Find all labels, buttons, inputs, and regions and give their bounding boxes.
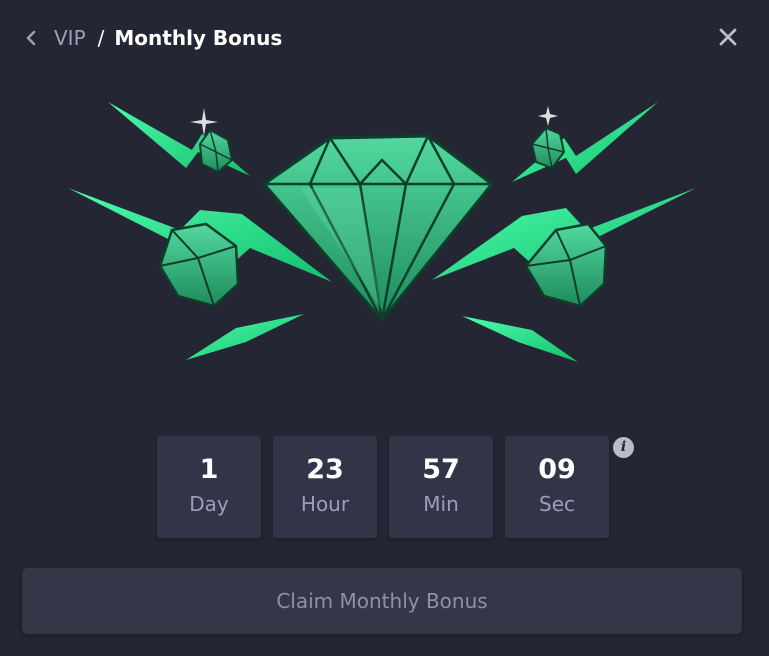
hours-value: 23 <box>306 454 344 485</box>
green-gems-illustration <box>68 102 696 362</box>
days-value: 1 <box>199 454 219 485</box>
minutes-value: 57 <box>422 454 460 485</box>
small-gem-shape <box>198 128 234 174</box>
countdown-seconds: 09 Sec <box>505 436 609 538</box>
page-title: Monthly Bonus <box>114 26 283 50</box>
minutes-label: Min <box>423 492 459 516</box>
hours-label: Hour <box>300 492 350 516</box>
close-button[interactable] <box>716 25 740 49</box>
back-button[interactable] <box>20 26 44 50</box>
countdown-hours: 23 Hour <box>273 436 377 538</box>
lightning-bolt-shape <box>462 316 578 362</box>
chevron-left-icon <box>26 30 36 46</box>
breadcrumb-vip-link[interactable]: VIP <box>54 26 86 50</box>
lightning-bolt-shape <box>186 314 304 360</box>
countdown-days: 1 Day <box>157 436 261 538</box>
seconds-value: 09 <box>538 454 576 485</box>
lightning-bolt-shape <box>108 102 250 176</box>
sparkle-shape <box>190 106 558 136</box>
claim-monthly-bonus-button[interactable]: Claim Monthly Bonus <box>22 568 742 634</box>
countdown-timer: 1 Day 23 Hour 57 Min 09 Sec <box>157 436 609 538</box>
days-label: Day <box>189 492 229 516</box>
seconds-label: Sec <box>539 492 575 516</box>
info-icon[interactable]: i <box>613 437 634 458</box>
large-diamond-shape <box>261 134 495 323</box>
countdown-minutes: 57 Min <box>389 436 493 538</box>
bonus-illustration <box>60 80 710 380</box>
small-gem-shape <box>530 126 566 170</box>
modal-header: VIP / Monthly Bonus <box>0 0 769 74</box>
breadcrumb-separator: / <box>97 26 105 50</box>
close-icon <box>719 28 737 46</box>
breadcrumb: VIP / Monthly Bonus <box>54 24 282 52</box>
